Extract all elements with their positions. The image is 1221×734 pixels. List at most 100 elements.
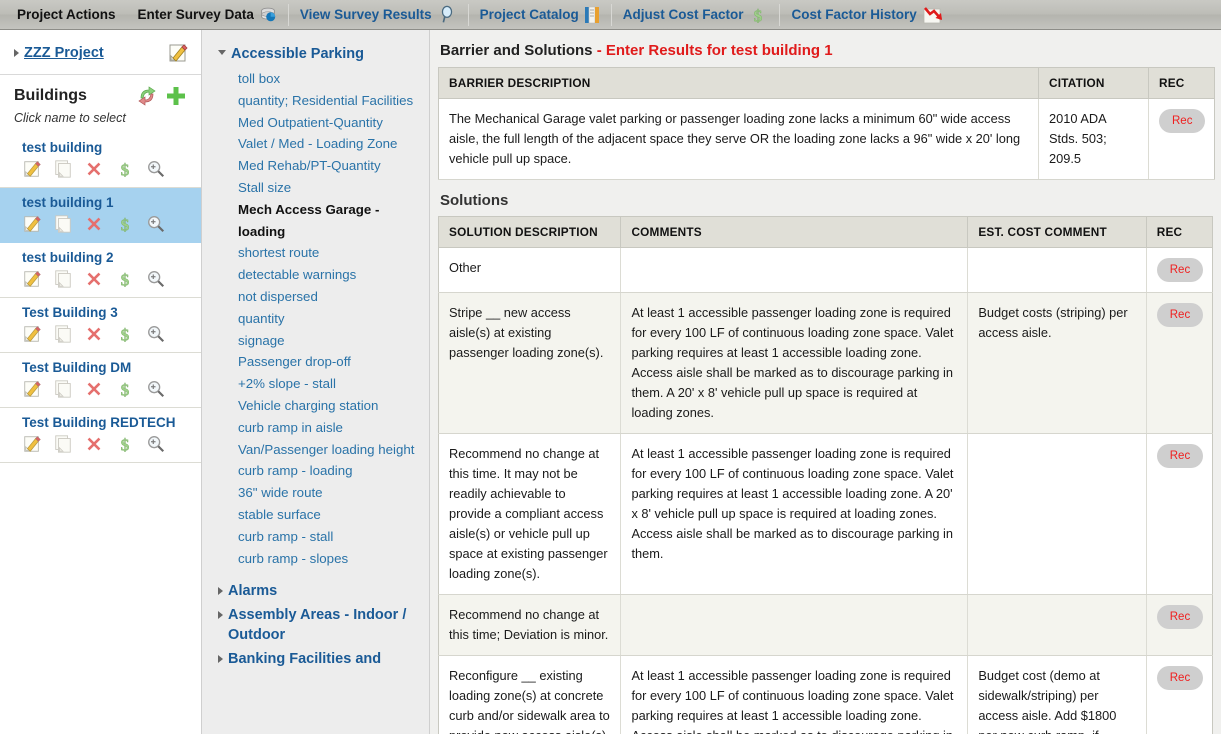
category-item[interactable]: stable surface: [218, 504, 419, 526]
pencil-icon[interactable]: [22, 159, 42, 179]
category-item[interactable]: 36" wide route: [218, 482, 419, 504]
delete-icon[interactable]: [84, 434, 104, 454]
chevron-right-icon[interactable]: [218, 655, 223, 664]
category-header[interactable]: Banking Facilities and: [218, 649, 419, 669]
building-item-selected[interactable]: test building 1 $: [0, 188, 201, 243]
rec-button[interactable]: Rec: [1156, 605, 1204, 629]
category-item[interactable]: curb ramp - loading: [218, 460, 419, 482]
category-item[interactable]: shortest route: [218, 242, 419, 264]
building-name[interactable]: test building 2: [22, 249, 193, 266]
pencil-icon[interactable]: [22, 214, 42, 234]
solution-comments-cell: [620, 247, 969, 293]
rec-button[interactable]: Rec: [1156, 303, 1204, 327]
copy-icon[interactable]: [53, 214, 73, 234]
category-item[interactable]: toll box: [218, 68, 419, 90]
project-row[interactable]: ZZZ Project: [0, 30, 201, 75]
add-icon[interactable]: [165, 85, 187, 107]
category-item[interactable]: signage: [218, 330, 419, 352]
nav-item-cost-factor-history[interactable]: Cost Factor History: [780, 0, 954, 30]
zoom-icon[interactable]: [146, 159, 166, 179]
buildings-header: Buildings: [0, 75, 201, 109]
page-body: ZZZ Project Buildings Click name to sele…: [0, 30, 1221, 734]
copy-icon[interactable]: [53, 379, 73, 399]
project-name-wrap[interactable]: ZZZ Project: [14, 44, 104, 62]
rec-button[interactable]: Rec: [1156, 258, 1204, 282]
category-item[interactable]: Van/Passenger loading height: [218, 439, 419, 461]
project-name[interactable]: ZZZ Project: [24, 45, 104, 61]
delete-icon[interactable]: [84, 324, 104, 344]
building-item[interactable]: test building 2 $: [0, 243, 201, 298]
dollar-icon[interactable]: $: [115, 434, 135, 454]
delete-icon[interactable]: [84, 269, 104, 289]
dollar-icon[interactable]: $: [115, 159, 135, 179]
dollar-icon[interactable]: $: [115, 214, 135, 234]
nav-item-project-catalog[interactable]: Project Catalog: [469, 0, 611, 30]
pencil-icon[interactable]: [22, 324, 42, 344]
delete-icon[interactable]: [84, 159, 104, 179]
copy-icon[interactable]: [53, 269, 73, 289]
solutions-col-cost: EST. COST COMMENT: [967, 216, 1147, 248]
category-item[interactable]: Passenger drop-off: [218, 351, 419, 373]
dollar-icon[interactable]: $: [115, 324, 135, 344]
category-header[interactable]: Assembly Areas - Indoor / Outdoor: [218, 605, 419, 645]
category-item[interactable]: curb ramp - stall: [218, 526, 419, 548]
delete-icon[interactable]: [84, 379, 104, 399]
pencil-icon[interactable]: [22, 269, 42, 289]
buildings-header-actions: [137, 85, 187, 107]
zoom-icon[interactable]: [146, 434, 166, 454]
building-item[interactable]: test building $: [0, 133, 201, 188]
refresh-icon[interactable]: [137, 86, 157, 106]
building-item[interactable]: Test Building DM $: [0, 353, 201, 408]
category-item[interactable]: not dispersed: [218, 286, 419, 308]
copy-icon[interactable]: [53, 159, 73, 179]
barrier-col-description: BARRIER DESCRIPTION: [438, 67, 1039, 99]
copy-icon[interactable]: [53, 434, 73, 454]
dollar-icon[interactable]: $: [115, 379, 135, 399]
nav-item-project-actions[interactable]: Project Actions: [6, 0, 127, 30]
building-name[interactable]: test building: [22, 139, 193, 156]
category-item[interactable]: Vehicle charging station: [218, 395, 419, 417]
rec-button[interactable]: Rec: [1156, 444, 1204, 468]
barrier-table-header-row: BARRIER DESCRIPTION CITATION REC: [438, 67, 1215, 99]
solutions-title: Solutions: [440, 192, 509, 209]
rec-button[interactable]: Rec: [1159, 109, 1206, 133]
zoom-icon[interactable]: [146, 379, 166, 399]
building-name[interactable]: Test Building 3: [22, 304, 193, 321]
category-item[interactable]: Valet / Med - Loading Zone: [218, 133, 419, 155]
building-item[interactable]: Test Building REDTECH $: [0, 408, 201, 463]
copy-icon[interactable]: [53, 324, 73, 344]
category-item-current[interactable]: Mech Access Garage - loading: [218, 199, 419, 243]
building-name[interactable]: test building 1: [22, 194, 193, 211]
barrier-rec-cell: Rec: [1148, 98, 1215, 180]
category-item[interactable]: curb ramp in aisle: [218, 417, 419, 439]
zoom-icon[interactable]: [146, 324, 166, 344]
chevron-right-icon[interactable]: [14, 48, 19, 57]
category-item[interactable]: +2% slope - stall: [218, 373, 419, 395]
zoom-icon[interactable]: [146, 214, 166, 234]
chevron-right-icon[interactable]: [218, 587, 223, 596]
category-header[interactable]: Alarms: [218, 581, 419, 601]
dollar-icon[interactable]: $: [115, 269, 135, 289]
building-name[interactable]: Test Building DM: [22, 359, 193, 376]
category-item[interactable]: quantity; Residential Facilities: [218, 90, 419, 112]
category-item[interactable]: detectable warnings: [218, 264, 419, 286]
delete-icon[interactable]: [84, 214, 104, 234]
pencil-icon[interactable]: [167, 42, 189, 64]
category-item[interactable]: Med Rehab/PT-Quantity: [218, 155, 419, 177]
nav-item-adjust-cost-factor[interactable]: Adjust Cost Factor $: [612, 0, 780, 30]
category-item[interactable]: Med Outpatient-Quantity: [218, 112, 419, 134]
nav-item-view-survey-results[interactable]: View Survey Results: [289, 0, 468, 30]
rec-button[interactable]: Rec: [1156, 666, 1204, 690]
category-header-accessible-parking[interactable]: Accessible Parking: [218, 44, 419, 64]
zoom-icon[interactable]: [146, 269, 166, 289]
category-item[interactable]: quantity: [218, 308, 419, 330]
pencil-icon[interactable]: [22, 379, 42, 399]
category-item[interactable]: curb ramp - slopes: [218, 548, 419, 570]
chevron-right-icon[interactable]: [218, 611, 223, 620]
category-item[interactable]: Stall size: [218, 177, 419, 199]
chevron-down-icon[interactable]: [218, 50, 226, 55]
pencil-icon[interactable]: [22, 434, 42, 454]
building-name[interactable]: Test Building REDTECH: [22, 414, 193, 431]
building-item[interactable]: Test Building 3 $: [0, 298, 201, 353]
nav-item-enter-survey-data[interactable]: Enter Survey Data: [127, 0, 288, 30]
